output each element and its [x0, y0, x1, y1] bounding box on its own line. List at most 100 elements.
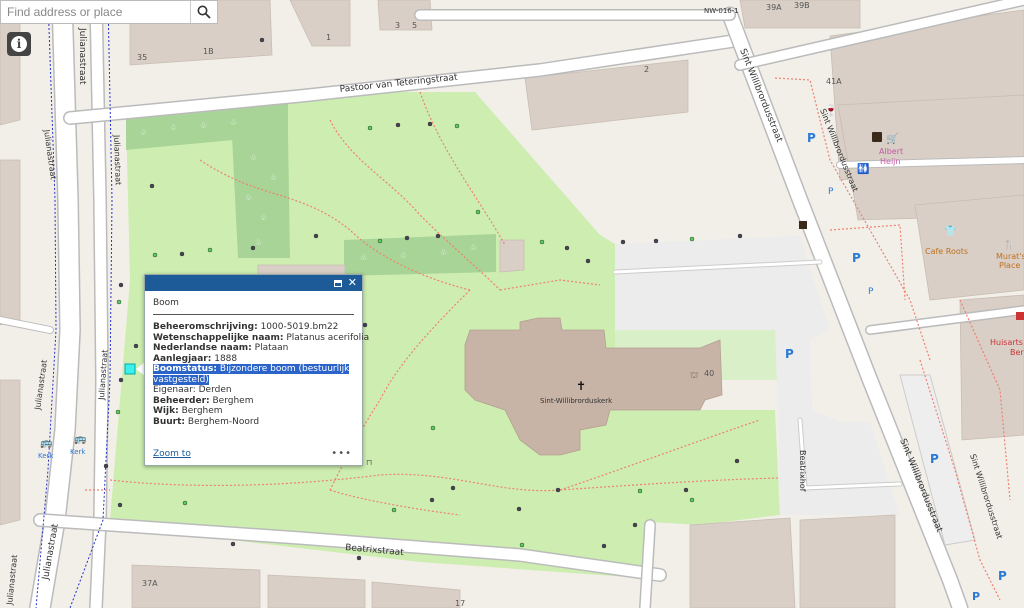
- tree-point[interactable]: [435, 233, 441, 239]
- tree-point[interactable]: [118, 377, 124, 383]
- label-road-ref: NW-016-1: [704, 7, 739, 15]
- svg-text:2: 2: [644, 65, 649, 74]
- maximize-icon[interactable]: [333, 279, 342, 287]
- svg-text:1: 1: [326, 33, 331, 42]
- feature-popup: ✕ Boom Beheeromschrijving: 1000-5019.bm2…: [144, 274, 369, 466]
- search-button[interactable]: [190, 1, 217, 23]
- tree-point[interactable]: [230, 541, 236, 547]
- tree-point[interactable]: [427, 121, 433, 127]
- label-beatrixhof: Beatrixhof: [798, 450, 807, 492]
- parking-icon-5: P: [998, 569, 1007, 583]
- door-poi-icon: [799, 221, 807, 229]
- tree-point[interactable]: [116, 299, 122, 305]
- svg-text:39B: 39B: [794, 1, 810, 10]
- svg-text:♧: ♧: [255, 238, 262, 247]
- popup-title: Boom: [153, 298, 354, 315]
- attr-boomstatus: Boomstatus: Bijzondere boom (bestuurlijk: [153, 364, 350, 374]
- search-input[interactable]: [1, 1, 190, 23]
- tree-point[interactable]: [620, 239, 626, 245]
- bicycle-parking-icon-2: P: [868, 287, 874, 297]
- tree-point[interactable]: [404, 235, 410, 241]
- tree-point[interactable]: [362, 322, 368, 328]
- label-julianastraat-1: Julianastraat: [77, 27, 87, 85]
- tree-point[interactable]: [259, 37, 265, 43]
- tree-point[interactable]: [454, 123, 460, 129]
- svg-text:40: 40: [704, 369, 714, 378]
- svg-text:♧: ♧: [360, 253, 367, 262]
- tree-point[interactable]: [429, 497, 435, 503]
- tree-point[interactable]: [637, 488, 643, 494]
- tree-point[interactable]: [179, 251, 185, 257]
- info-icon: i: [11, 36, 27, 52]
- svg-text:37A: 37A: [142, 579, 158, 588]
- tree-point[interactable]: [207, 247, 213, 253]
- svg-text:Place: Place: [999, 261, 1020, 270]
- restroom-icon: 🚻: [857, 162, 869, 175]
- tree-point[interactable]: [653, 238, 659, 244]
- shop-icon: 🍷: [824, 104, 838, 117]
- tree-point[interactable]: [601, 543, 607, 549]
- clothes-icon: 👕: [944, 225, 956, 237]
- tree-point[interactable]: [395, 122, 401, 128]
- svg-text:♧: ♧: [270, 173, 277, 182]
- svg-text:♧: ♧: [230, 118, 237, 127]
- close-icon[interactable]: ✕: [348, 276, 357, 290]
- svg-text:35: 35: [137, 53, 147, 62]
- tree-point[interactable]: [391, 507, 397, 513]
- church-cross-icon: ✝: [576, 379, 586, 393]
- attr-nederlandse-naam: Nederlandse naam: Plataan: [153, 343, 289, 353]
- tree-point[interactable]: [734, 458, 740, 464]
- tree-point[interactable]: [683, 487, 689, 493]
- attr-buurt: Buurt: Berghem-Noord: [153, 416, 260, 427]
- attr-beheeromschrijving: Beheeromschrijving: 1000-5019.bm22: [153, 322, 339, 332]
- tree-point[interactable]: [689, 236, 695, 242]
- svg-text:Albert: Albert: [879, 147, 903, 156]
- attr-wijk: Wijk: Berghem: [153, 406, 223, 416]
- tree-point[interactable]: [103, 463, 109, 469]
- restaurant-icon: 🍴: [1003, 238, 1015, 251]
- tree-point[interactable]: [585, 258, 591, 264]
- attr-beheerder: Beheerder: Berghem: [153, 395, 254, 406]
- door-icon: ⛫: [690, 371, 698, 381]
- parking-icon-6: P: [972, 590, 980, 603]
- svg-text:♧: ♧: [250, 153, 257, 162]
- svg-text:41A: 41A: [826, 77, 842, 86]
- tree-point[interactable]: [182, 500, 188, 506]
- tree-point[interactable]: [689, 497, 695, 503]
- tree-point[interactable]: [367, 125, 373, 131]
- tree-point[interactable]: [430, 425, 436, 431]
- popup-footer: Zoom to •••: [153, 448, 352, 459]
- more-actions-button[interactable]: •••: [331, 448, 352, 459]
- church-label: Sint-Willibrorduskerk: [540, 397, 613, 405]
- svg-text:1B: 1B: [203, 47, 214, 56]
- info-button[interactable]: i: [7, 32, 31, 56]
- tree-point[interactable]: [313, 233, 319, 239]
- search-bar: [0, 0, 218, 24]
- tree-point[interactable]: [450, 485, 456, 491]
- doctor-icon: [1016, 312, 1024, 320]
- tree-point[interactable]: [555, 487, 561, 493]
- tree-point[interactable]: [564, 245, 570, 251]
- svg-text:♧: ♧: [260, 213, 267, 222]
- svg-text:Huisarts: Huisarts: [990, 338, 1023, 347]
- tree-point[interactable]: [737, 233, 743, 239]
- bench-icon: ⊓: [366, 458, 372, 467]
- tree-point[interactable]: [519, 542, 525, 548]
- tree-point[interactable]: [117, 502, 123, 508]
- tree-point[interactable]: [475, 209, 481, 215]
- tree-point[interactable]: [377, 238, 383, 244]
- tree-point[interactable]: [632, 522, 638, 528]
- tree-point[interactable]: [152, 252, 158, 258]
- tree-point[interactable]: [133, 343, 139, 349]
- selected-tree-marker[interactable]: [124, 363, 136, 375]
- tree-point[interactable]: [356, 555, 362, 561]
- tree-point[interactable]: [118, 282, 124, 288]
- plaza-area: [615, 236, 830, 345]
- svg-text:♧: ♧: [170, 123, 177, 132]
- svg-text:Berg: Berg: [1010, 348, 1024, 357]
- tree-point[interactable]: [149, 183, 155, 189]
- tree-point[interactable]: [539, 239, 545, 245]
- tree-point[interactable]: [516, 506, 522, 512]
- tree-point[interactable]: [115, 409, 121, 415]
- zoom-to-link[interactable]: Zoom to: [153, 449, 191, 459]
